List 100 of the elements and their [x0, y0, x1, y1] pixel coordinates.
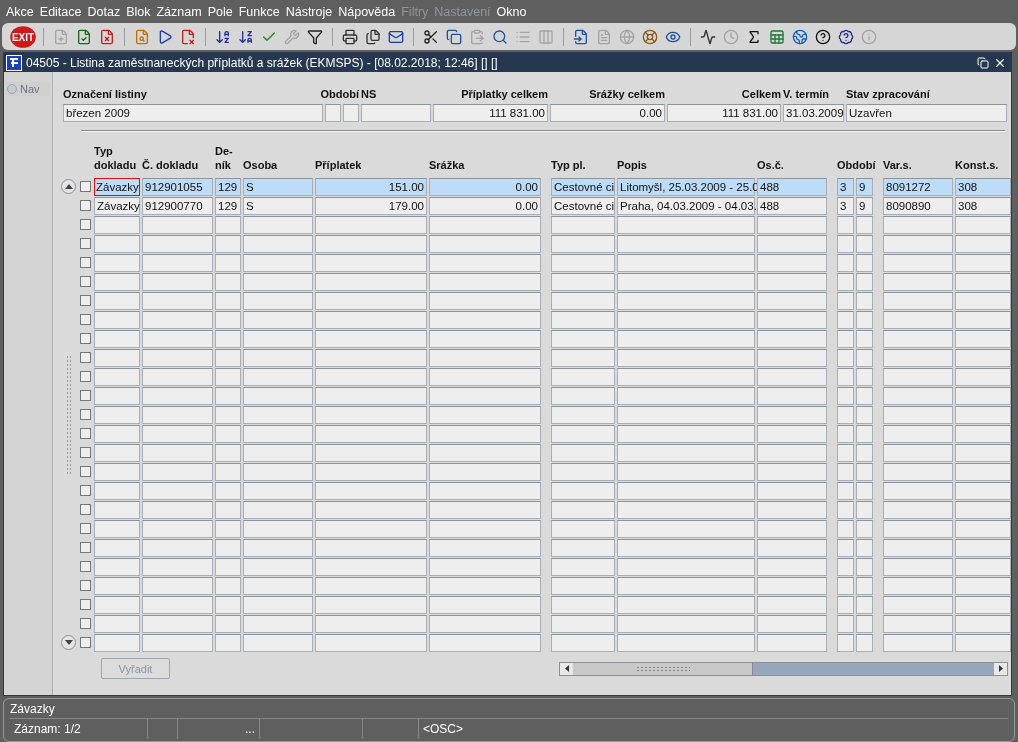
table-cell[interactable] — [315, 595, 427, 614]
table-cell[interactable] — [315, 348, 427, 367]
table-cell[interactable] — [955, 633, 1011, 652]
table-cell[interactable]: 488 — [757, 177, 827, 196]
table-cell[interactable] — [142, 614, 213, 633]
table-cell[interactable] — [243, 386, 313, 405]
input-field[interactable]: Uzavřen — [846, 104, 1007, 122]
table-cell[interactable] — [883, 291, 953, 310]
table-cell[interactable]: 308 — [955, 177, 1011, 196]
input-field[interactable] — [325, 104, 341, 122]
input-field[interactable]: 0.00 — [550, 104, 665, 122]
table-cell[interactable] — [551, 348, 615, 367]
table-cell[interactable] — [243, 253, 313, 272]
table-cell[interactable] — [856, 538, 873, 557]
table-cell[interactable] — [757, 424, 827, 443]
table-cell[interactable] — [757, 500, 827, 519]
table-cell[interactable] — [429, 234, 541, 253]
table-cell[interactable] — [94, 215, 140, 234]
table-cell[interactable] — [94, 614, 140, 633]
table-cell[interactable] — [94, 310, 140, 329]
table-cell[interactable] — [243, 500, 313, 519]
row-checkbox[interactable] — [79, 181, 91, 192]
row-checkbox[interactable] — [79, 409, 91, 420]
table-cell[interactable] — [883, 462, 953, 481]
table-cell[interactable] — [215, 367, 241, 386]
input-field[interactable]: 111 831.00 — [667, 104, 781, 122]
table-cell[interactable] — [955, 614, 1011, 633]
table-cell[interactable] — [757, 443, 827, 462]
table-cell[interactable] — [883, 500, 953, 519]
table-cell[interactable] — [215, 386, 241, 405]
table-cell[interactable]: 179.00 — [315, 196, 427, 215]
table-cell[interactable] — [757, 462, 827, 481]
input-field[interactable]: 31.03.2009 — [783, 104, 844, 122]
table-cell[interactable] — [617, 557, 755, 576]
table-cell[interactable] — [215, 614, 241, 633]
table-cell[interactable] — [837, 424, 854, 443]
table-cell[interactable] — [955, 595, 1011, 614]
table-cell[interactable] — [837, 633, 854, 652]
table-cell[interactable]: Závazky — [94, 196, 140, 215]
table-cell[interactable] — [551, 310, 615, 329]
table-cell[interactable] — [94, 253, 140, 272]
table-cell[interactable] — [94, 519, 140, 538]
table-cell[interactable] — [142, 538, 213, 557]
table-cell[interactable] — [215, 291, 241, 310]
row-checkbox[interactable] — [79, 352, 91, 363]
table-cell[interactable] — [315, 481, 427, 500]
table-cell[interactable] — [551, 443, 615, 462]
table-cell[interactable] — [315, 329, 427, 348]
table-cell[interactable] — [429, 481, 541, 500]
table-cell[interactable] — [883, 234, 953, 253]
table-cell[interactable] — [315, 633, 427, 652]
table-cell[interactable] — [243, 310, 313, 329]
table-cell[interactable] — [617, 253, 755, 272]
table-cell[interactable] — [757, 614, 827, 633]
row-checkbox[interactable] — [79, 466, 91, 477]
table-cell[interactable] — [215, 424, 241, 443]
table-cell[interactable] — [215, 310, 241, 329]
row-checkbox[interactable] — [79, 504, 91, 515]
input-field[interactable] — [343, 104, 359, 122]
row-checkbox[interactable] — [79, 580, 91, 591]
table-cell[interactable] — [243, 348, 313, 367]
table-cell[interactable] — [757, 576, 827, 595]
table-cell[interactable] — [94, 443, 140, 462]
table-cell[interactable] — [243, 424, 313, 443]
table-cell[interactable]: 8090890 — [883, 196, 953, 215]
table-cell[interactable] — [429, 557, 541, 576]
table-cell[interactable] — [94, 405, 140, 424]
table-cell[interactable]: 308 — [955, 196, 1011, 215]
table-cell[interactable] — [551, 614, 615, 633]
table-cell[interactable] — [315, 272, 427, 291]
table-cell[interactable] — [856, 443, 873, 462]
table-cell[interactable] — [617, 538, 755, 557]
table-cell[interactable] — [837, 329, 854, 348]
table-cell[interactable] — [955, 348, 1011, 367]
table-cell[interactable] — [243, 367, 313, 386]
table-cell[interactable] — [142, 272, 213, 291]
table-cell[interactable] — [429, 538, 541, 557]
table-cell[interactable] — [243, 272, 313, 291]
menu-item[interactable]: Záznam — [154, 4, 206, 19]
table-cell[interactable] — [429, 614, 541, 633]
table-cell[interactable] — [142, 557, 213, 576]
table-cell[interactable] — [955, 253, 1011, 272]
table-cell[interactable] — [837, 405, 854, 424]
row-checkbox[interactable] — [79, 561, 91, 572]
row-checkbox[interactable] — [79, 295, 91, 306]
input-field[interactable]: 111 831.00 — [433, 104, 548, 122]
row-checkbox[interactable] — [79, 200, 91, 211]
table-cell[interactable] — [955, 310, 1011, 329]
menu-item[interactable]: Akce — [4, 4, 38, 19]
table-cell[interactable]: 488 — [757, 196, 827, 215]
table-cell[interactable] — [757, 538, 827, 557]
table-cell[interactable] — [856, 291, 873, 310]
table-cell[interactable] — [617, 405, 755, 424]
table-cell[interactable] — [429, 519, 541, 538]
table-cell[interactable] — [429, 633, 541, 652]
table-cell[interactable] — [856, 424, 873, 443]
table-cell[interactable]: 129 — [215, 177, 241, 196]
table-cell[interactable] — [955, 215, 1011, 234]
table-cell[interactable] — [142, 443, 213, 462]
table-cell[interactable] — [955, 443, 1011, 462]
